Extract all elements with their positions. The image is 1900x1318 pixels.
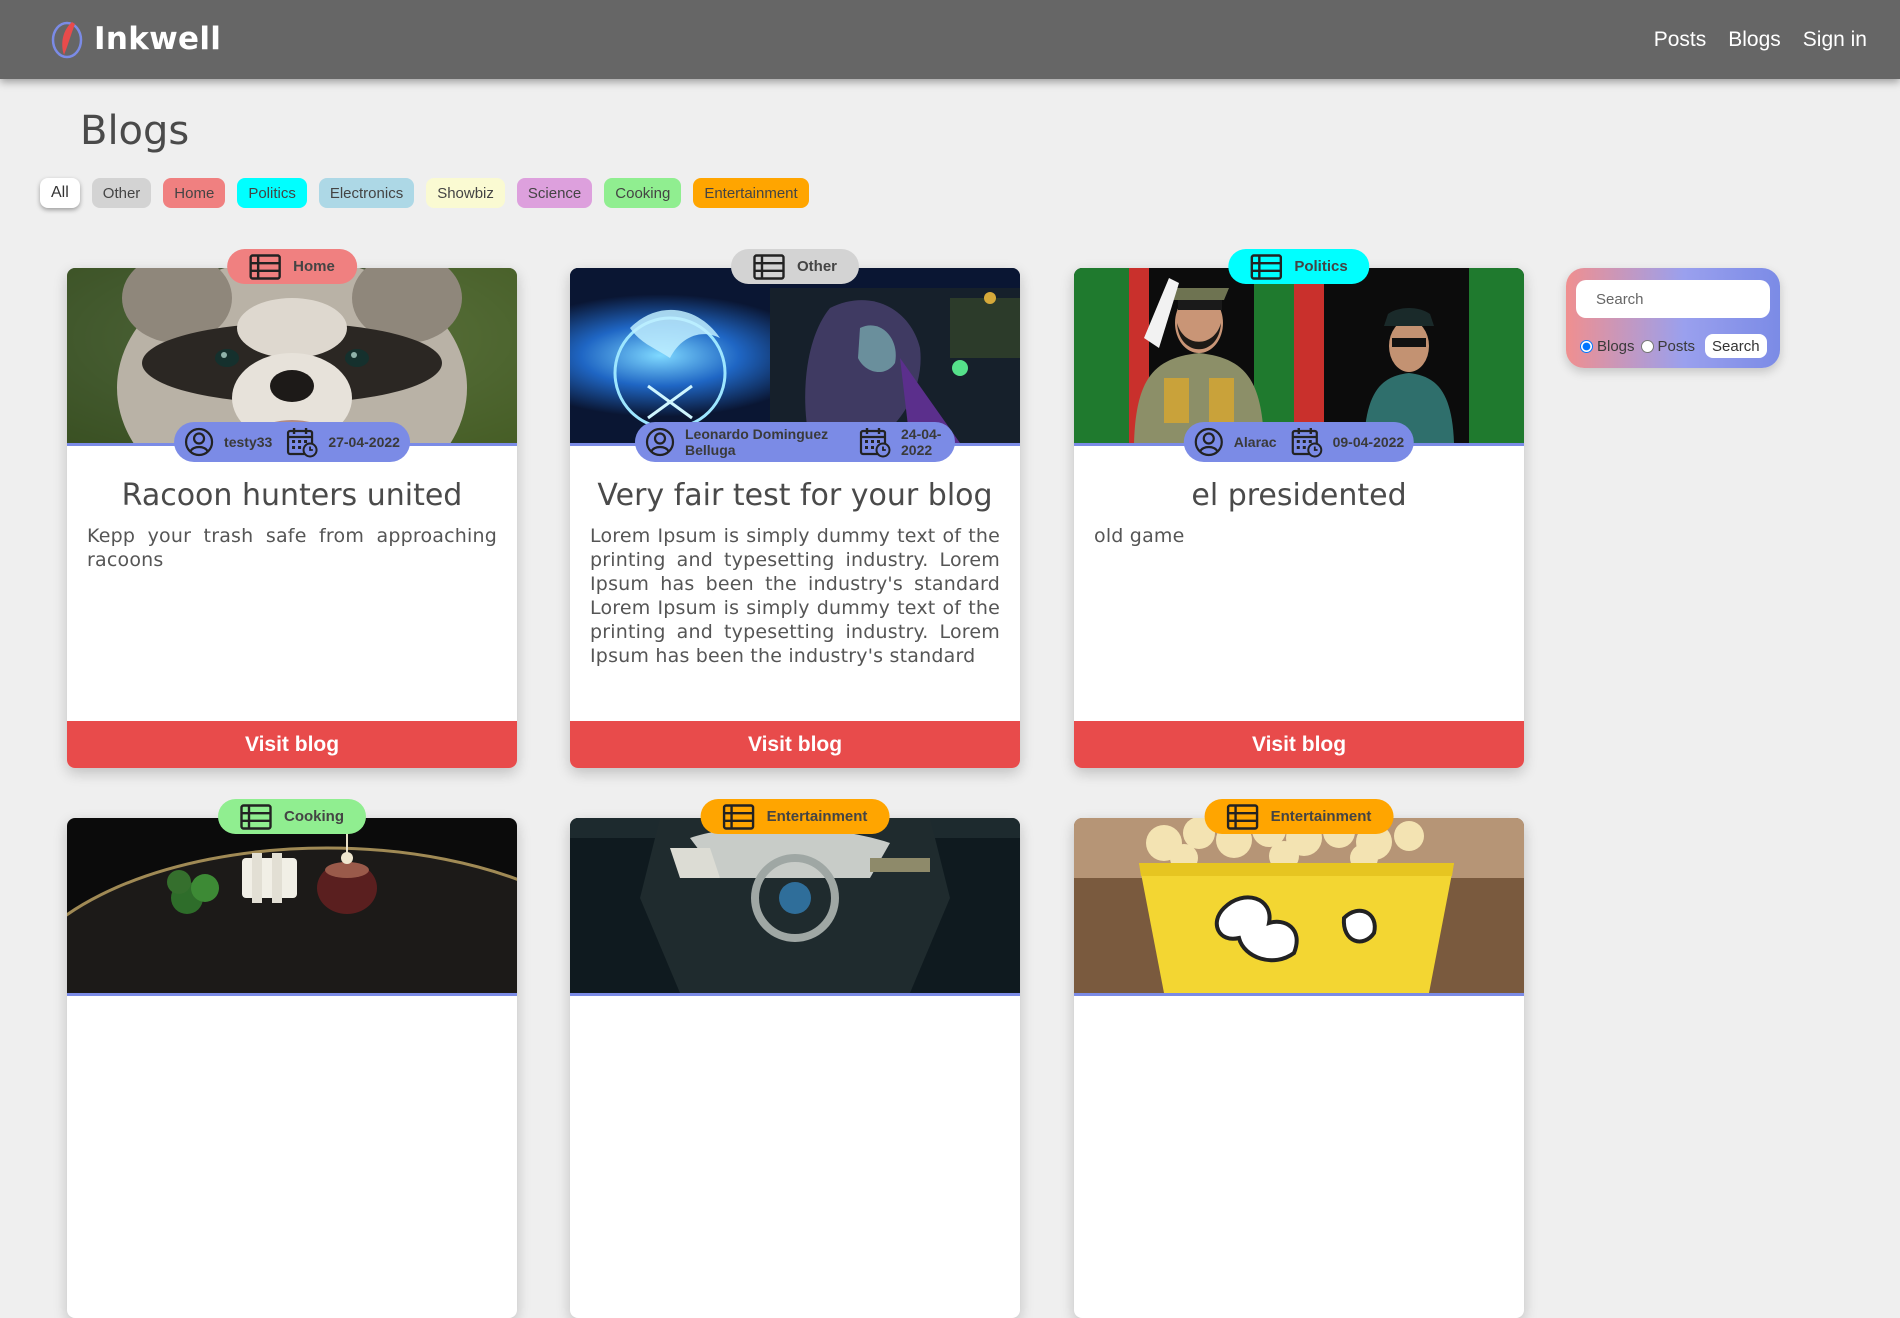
calendar-icon [1291,426,1323,458]
quill-logo-icon [51,21,83,59]
author-date-pill: Alarac 09-04-2022 [1183,422,1415,462]
radio-option-blogs[interactable]: Blogs [1580,338,1635,355]
filter-chip-showbiz[interactable]: Showbiz [426,178,505,208]
blog-card: Other Leonardo Dominguez Belluga 24-04-2… [570,249,1020,768]
category-tag-label: Other [796,258,838,275]
list-icon [753,254,785,280]
blog-card: Home testy33 27-04-2022 Racoon hunters u… [67,249,517,768]
plated-dish-photo [67,818,517,996]
dictator-photo [1074,268,1524,446]
top-navbar: Inkwell Posts Blogs Sign in [0,0,1900,79]
filter-chip-electronics[interactable]: Electronics [318,178,415,208]
card-title: Very fair test for your blog [597,478,993,513]
blog-card: Entertainment [1074,799,1524,1318]
filter-chip-science[interactable]: Science [516,178,593,208]
game-weapon-artwork [570,818,1020,996]
list-icon [1227,804,1259,830]
card-title: el presidented [1191,478,1407,513]
posts-radio[interactable] [1640,339,1654,353]
brand-logo-link[interactable]: Inkwell [50,18,221,60]
filter-chip-all[interactable]: All [40,178,80,208]
author-name: testy33 [224,434,273,450]
search-panel: Blogs Posts Search [1566,268,1780,368]
blog-card: Politics Alarac 09-04-2022 el presidente… [1074,249,1524,768]
nav-link-sign-in[interactable]: Sign in [1803,28,1867,52]
user-icon [645,427,675,457]
category-tag-label: Cooking [284,808,344,825]
list-icon [240,804,272,830]
author-date-pill: testy33 27-04-2022 [174,422,410,462]
search-scope-group: Blogs Posts Search [1580,334,1767,358]
author-name: Alarac [1233,434,1277,450]
filter-chip-home[interactable]: Home [163,178,226,208]
category-tag: Entertainment [1204,799,1394,834]
post-date: 24-04-2022 [901,426,942,458]
visit-blog-button[interactable]: Visit blog [570,721,1020,768]
nav-link-posts[interactable]: Posts [1654,28,1707,52]
filter-chip-politics[interactable]: Politics [237,178,307,208]
nav-link-blogs[interactable]: Blogs [1728,28,1781,52]
blog-card: Entertainment [570,799,1020,1318]
card-title: Racoon hunters united [121,478,463,513]
category-tag: Cooking [218,799,366,834]
category-tag-label: Politics [1294,258,1348,275]
author-date-pill: Leonardo Dominguez Belluga 24-04-2022 [635,422,955,462]
blogs-radio-label: Blogs [1597,337,1635,355]
author-name: Leonardo Dominguez Belluga [685,426,829,458]
category-tag: Politics [1228,249,1370,284]
post-date: 09-04-2022 [1332,434,1405,450]
starcraft-artwork [570,268,1020,446]
brand-name: Inkwell [94,21,222,57]
post-date: 27-04-2022 [328,434,400,450]
category-tag: Entertainment [700,799,890,834]
filter-chip-other[interactable]: Other [91,178,152,208]
card-description: old game [1094,525,1185,547]
popcorn-bucket-photo [1074,818,1524,996]
radio-option-posts[interactable]: Posts [1640,337,1696,355]
posts-radio-label: Posts [1657,337,1696,355]
visit-blog-button[interactable]: Visit blog [67,721,517,768]
filter-chip-cooking[interactable]: Cooking [604,178,682,208]
page-title: Blogs [80,108,190,154]
card-description: Kepp your trash safe from approaching ra… [87,525,497,571]
search-button[interactable]: Search [1705,334,1767,358]
main-nav: Posts Blogs Sign in [1654,0,1867,79]
category-filter-bar: All Other Home Politics Electronics Show… [40,178,809,208]
visit-blog-button[interactable]: Visit blog [1074,721,1524,768]
calendar-icon [286,426,318,458]
category-tag-label: Home [293,258,335,275]
category-tag: Home [227,249,357,284]
list-icon [249,254,281,280]
raccoon-photo [67,268,517,446]
category-tag-label: Entertainment [766,808,868,825]
list-icon [723,804,755,830]
list-icon [1250,254,1282,280]
filter-chip-entertainment[interactable]: Entertainment [693,178,809,208]
user-icon [184,427,214,457]
card-description: Lorem Ipsum is simply dummy text of the … [590,525,1000,667]
category-tag-label: Entertainment [1270,808,1372,825]
search-input[interactable] [1576,280,1770,318]
blog-card: Cooking [67,799,517,1318]
blogs-radio[interactable] [1580,339,1593,353]
category-tag: Other [730,249,860,284]
calendar-icon [859,426,891,458]
user-icon [1194,427,1224,457]
